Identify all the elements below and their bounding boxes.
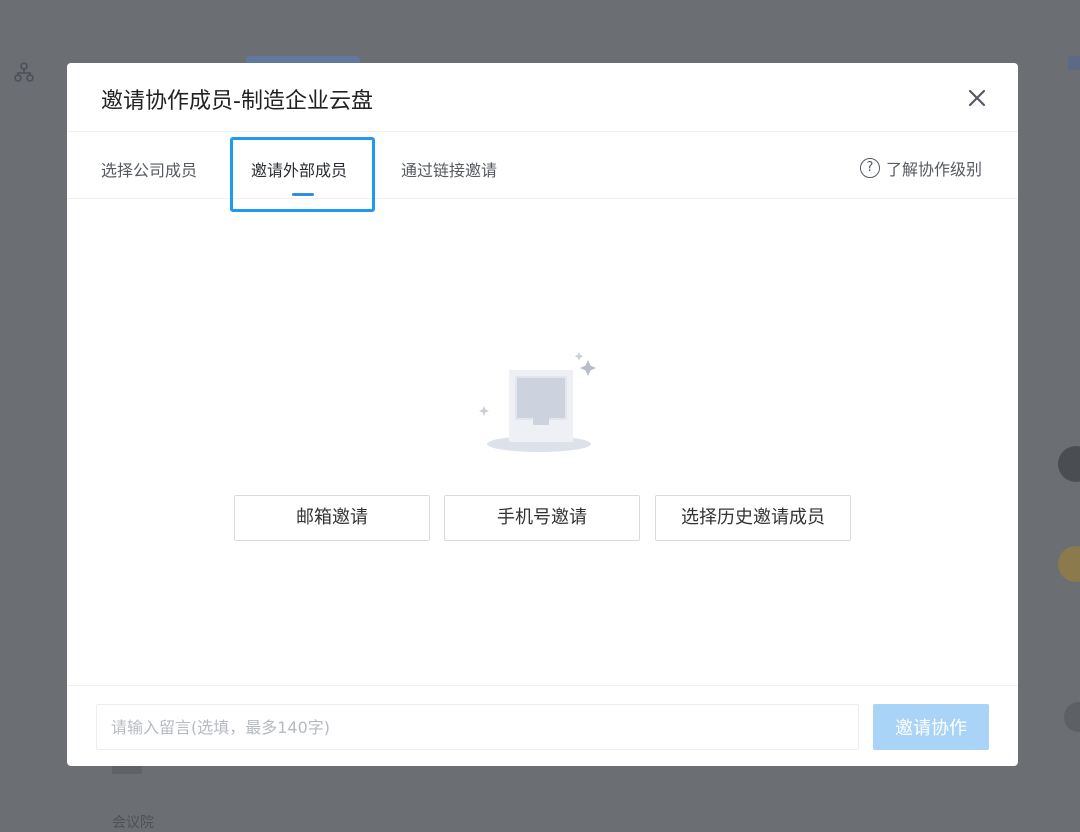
invite-collaborators-modal: 邀请协作成员-制造企业云盘 选择公司成员 邀请外部成员 通过链接邀请 ? 了解协… xyxy=(67,63,1018,766)
modal-header: 邀请协作成员-制造企业云盘 xyxy=(67,63,1018,132)
modal-footer: 邀请协作 xyxy=(67,685,1018,766)
message-input[interactable] xyxy=(96,704,859,750)
tab-company-members[interactable]: 选择公司成员 xyxy=(101,157,197,181)
help-icon: ? xyxy=(859,158,880,178)
tab-link-invite[interactable]: 通过链接邀请 xyxy=(401,157,497,181)
org-chart-icon xyxy=(14,62,34,82)
background-avatar xyxy=(1058,446,1080,482)
active-tab-indicator xyxy=(292,193,314,196)
collaboration-level-help-link[interactable]: ? 了解协作级别 xyxy=(859,156,982,180)
background-avatar xyxy=(1064,702,1080,732)
background-folder-name: 会议院 xyxy=(112,815,154,831)
tab-external-members[interactable]: 邀请外部成员 xyxy=(251,157,347,181)
history-members-button[interactable]: 选择历史邀请成员 xyxy=(655,495,851,541)
modal-title: 邀请协作成员-制造企业云盘 xyxy=(101,89,373,114)
email-invite-button[interactable]: 邮箱邀请 xyxy=(234,495,430,541)
background-avatar xyxy=(1058,546,1080,582)
close-icon[interactable] xyxy=(966,87,988,109)
invite-collaborate-button[interactable]: 邀请协作 xyxy=(873,704,989,750)
phone-invite-button[interactable]: 手机号邀请 xyxy=(444,495,640,541)
background-square xyxy=(1068,56,1080,70)
help-link-label: 了解协作级别 xyxy=(885,160,982,179)
empty-state-illustration xyxy=(479,352,596,452)
